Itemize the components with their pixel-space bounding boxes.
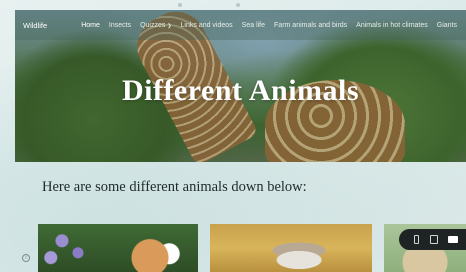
top-navbar: Wildlife Home Insects Quizzes ❯ Links an… xyxy=(15,10,466,40)
nav-item-links-and-videos[interactable]: Links and videos xyxy=(181,22,233,29)
tablet-icon xyxy=(430,235,439,244)
nav-item-quizzes-label: Quizzes xyxy=(140,21,166,29)
tablet-view-button[interactable] xyxy=(427,233,441,247)
desktop-view-button[interactable] xyxy=(446,233,460,247)
page-title: Different Animals xyxy=(121,74,360,107)
mobile-view-button[interactable] xyxy=(409,233,423,247)
nav-item-hot-climates[interactable]: Animals in hot climates xyxy=(356,22,428,29)
desktop-icon xyxy=(447,236,458,243)
section-subtitle: Here are some different animals down bel… xyxy=(42,179,307,195)
nav-item-farm-animals[interactable]: Farm animals and birds xyxy=(274,22,347,29)
site-brand[interactable]: Wildlife xyxy=(23,21,81,30)
nav-item-quizzes[interactable]: Quizzes ❯ xyxy=(140,22,171,29)
chevron-right-icon: ❯ xyxy=(167,22,172,29)
dog-image xyxy=(38,224,198,272)
nav-item-home[interactable]: Home xyxy=(81,22,100,29)
device-preview-toolbar xyxy=(399,229,466,250)
mobile-icon xyxy=(413,235,419,244)
nav-item-giants[interactable]: Giants xyxy=(437,22,457,29)
cat-image xyxy=(210,224,372,272)
top-handle-dots xyxy=(0,3,466,9)
nav-item-sea-life[interactable]: Sea life xyxy=(242,22,265,29)
info-icon[interactable]: i xyxy=(22,254,30,262)
hero-banner: Wildlife Home Insects Quizzes ❯ Links an… xyxy=(15,10,466,162)
nav-item-insects[interactable]: Insects xyxy=(109,22,131,29)
